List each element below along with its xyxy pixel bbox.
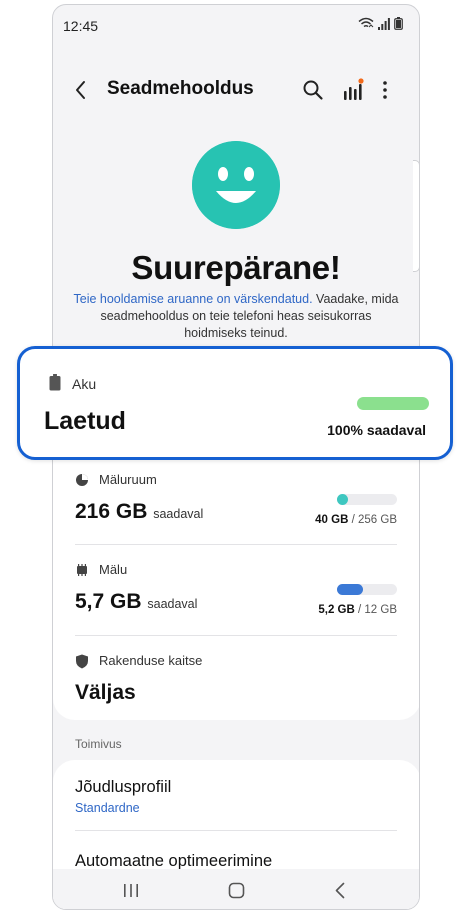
storage-bar xyxy=(337,494,397,505)
navigation-bar xyxy=(53,869,419,909)
memory-bar xyxy=(337,584,397,595)
signal-icon xyxy=(378,17,390,30)
storage-value: 216 GB xyxy=(75,500,148,523)
memory-usage-text: 5,2 GB / 12 GB xyxy=(318,604,397,616)
app-protection-label: Rakenduse kaitse xyxy=(99,653,203,668)
status-icons xyxy=(358,17,403,30)
stats-icon[interactable] xyxy=(342,78,364,102)
performance-profile-value: Standardne xyxy=(75,801,140,815)
memory-label: Mälu xyxy=(99,562,128,577)
section-label-performance: Toimivus xyxy=(75,737,122,751)
report-description: Teie hooldamise aruanne on värskendatud.… xyxy=(73,291,399,342)
memory-unit: saadaval xyxy=(147,597,198,611)
performance-profile-title[interactable]: Jõudlusprofiil xyxy=(75,778,171,797)
battery-icon xyxy=(49,374,61,391)
storage-used: 40 GB xyxy=(315,514,349,526)
app-protection-value: Väljas xyxy=(75,681,136,704)
status-headline: Suurepärane! xyxy=(131,249,341,286)
status-time: 12:45 xyxy=(63,18,99,34)
report-updated-link[interactable]: Teie hooldamise aruanne on värskendatud. xyxy=(74,292,313,306)
memory-row[interactable]: Mälu 5,7 GB saadaval 5,2 GB / 12 GB xyxy=(75,562,397,632)
divider xyxy=(75,635,397,636)
more-icon[interactable] xyxy=(381,79,389,101)
battery-value: Laetud xyxy=(44,407,126,435)
memory-bar-fill xyxy=(337,584,363,595)
storage-value-line: 216 GB saadaval xyxy=(75,500,203,524)
wifi-icon xyxy=(358,17,374,28)
divider xyxy=(75,830,397,831)
app-protection-row[interactable]: Rakenduse kaitse Väljas xyxy=(75,653,397,709)
device-status-card: Mäluruum 216 GB saadaval 40 GB / 256 GB … xyxy=(53,450,419,720)
battery-status-icon xyxy=(394,17,403,30)
battery-highlight-card[interactable]: Aku Laetud 100% saadaval xyxy=(17,346,453,460)
memory-total: / 12 GB xyxy=(358,604,397,616)
storage-unit: saadaval xyxy=(153,507,204,521)
memory-value-line: 5,7 GB saadaval xyxy=(75,590,197,614)
memory-chip-icon xyxy=(77,564,87,576)
side-button xyxy=(413,160,420,272)
home-icon[interactable] xyxy=(228,882,245,899)
storage-total: / 256 GB xyxy=(351,514,397,526)
recent-apps-icon[interactable] xyxy=(123,883,139,898)
memory-value: 5,7 GB xyxy=(75,590,142,613)
search-icon[interactable] xyxy=(302,79,324,101)
status-bar: 12:45 xyxy=(53,5,419,45)
shield-icon xyxy=(76,654,88,669)
storage-bar-fill xyxy=(337,494,348,505)
storage-usage-text: 40 GB / 256 GB xyxy=(315,514,397,526)
smiley-face-icon xyxy=(192,141,280,229)
battery-label: Aku xyxy=(72,376,97,392)
app-bar: Seadmehooldus xyxy=(53,69,419,113)
back-arrow-icon[interactable] xyxy=(73,79,87,101)
battery-available-text: 100% saadaval xyxy=(327,422,426,438)
battery-level-bar xyxy=(357,397,429,410)
storage-row[interactable]: Mäluruum 216 GB saadaval 40 GB / 256 GB xyxy=(75,472,397,542)
divider xyxy=(75,544,397,545)
storage-label: Mäluruum xyxy=(99,472,157,487)
back-nav-icon[interactable] xyxy=(334,882,346,899)
storage-pie-icon xyxy=(76,474,88,486)
page-title: Seadmehooldus xyxy=(107,78,254,99)
memory-used: 5,2 GB xyxy=(318,604,355,616)
